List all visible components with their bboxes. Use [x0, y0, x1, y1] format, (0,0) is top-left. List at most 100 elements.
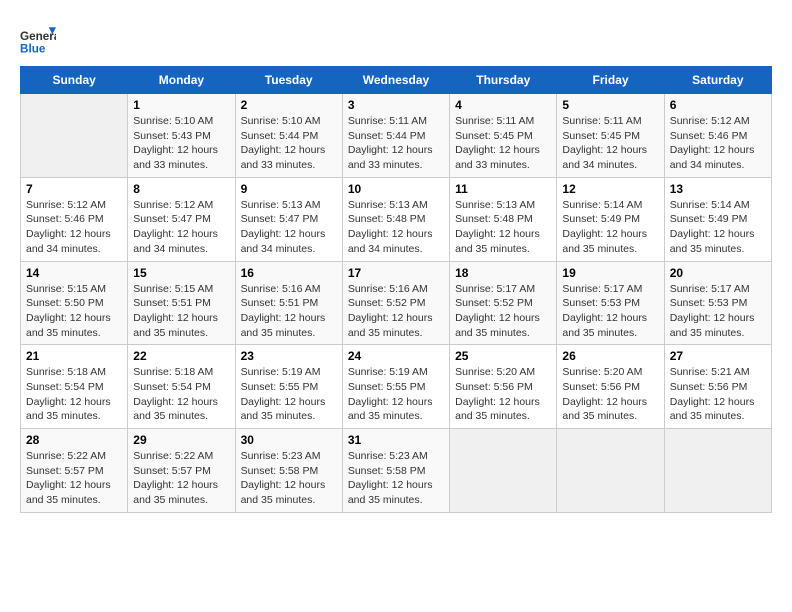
calendar-cell: 23 Sunrise: 5:19 AMSunset: 5:55 PMDaylig…	[235, 345, 342, 429]
day-info: Sunrise: 5:23 AMSunset: 5:58 PMDaylight:…	[348, 449, 444, 508]
calendar-cell: 15 Sunrise: 5:15 AMSunset: 5:51 PMDaylig…	[128, 261, 235, 345]
calendar-cell: 22 Sunrise: 5:18 AMSunset: 5:54 PMDaylig…	[128, 345, 235, 429]
day-number: 23	[241, 349, 337, 363]
calendar-cell: 10 Sunrise: 5:13 AMSunset: 5:48 PMDaylig…	[342, 177, 449, 261]
logo: General Blue	[20, 20, 62, 56]
day-number: 13	[670, 182, 766, 196]
day-number: 25	[455, 349, 551, 363]
day-number: 22	[133, 349, 229, 363]
calendar-cell: 24 Sunrise: 5:19 AMSunset: 5:55 PMDaylig…	[342, 345, 449, 429]
calendar-cell: 9 Sunrise: 5:13 AMSunset: 5:47 PMDayligh…	[235, 177, 342, 261]
day-number: 30	[241, 433, 337, 447]
calendar-weekday-saturday: Saturday	[664, 67, 771, 94]
calendar-cell: 16 Sunrise: 5:16 AMSunset: 5:51 PMDaylig…	[235, 261, 342, 345]
calendar-cell: 13 Sunrise: 5:14 AMSunset: 5:49 PMDaylig…	[664, 177, 771, 261]
calendar-weekday-thursday: Thursday	[450, 67, 557, 94]
day-info: Sunrise: 5:16 AMSunset: 5:51 PMDaylight:…	[241, 282, 337, 341]
day-info: Sunrise: 5:20 AMSunset: 5:56 PMDaylight:…	[455, 365, 551, 424]
calendar-week-row: 7 Sunrise: 5:12 AMSunset: 5:46 PMDayligh…	[21, 177, 772, 261]
calendar-cell: 5 Sunrise: 5:11 AMSunset: 5:45 PMDayligh…	[557, 94, 664, 178]
day-info: Sunrise: 5:12 AMSunset: 5:47 PMDaylight:…	[133, 198, 229, 257]
calendar-header-row: SundayMondayTuesdayWednesdayThursdayFrid…	[21, 67, 772, 94]
day-info: Sunrise: 5:16 AMSunset: 5:52 PMDaylight:…	[348, 282, 444, 341]
calendar-cell: 12 Sunrise: 5:14 AMSunset: 5:49 PMDaylig…	[557, 177, 664, 261]
day-info: Sunrise: 5:10 AMSunset: 5:44 PMDaylight:…	[241, 114, 337, 173]
day-info: Sunrise: 5:15 AMSunset: 5:51 PMDaylight:…	[133, 282, 229, 341]
calendar-cell: 17 Sunrise: 5:16 AMSunset: 5:52 PMDaylig…	[342, 261, 449, 345]
calendar-week-row: 14 Sunrise: 5:15 AMSunset: 5:50 PMDaylig…	[21, 261, 772, 345]
day-info: Sunrise: 5:12 AMSunset: 5:46 PMDaylight:…	[670, 114, 766, 173]
calendar-cell	[21, 94, 128, 178]
day-number: 4	[455, 98, 551, 112]
calendar-cell: 18 Sunrise: 5:17 AMSunset: 5:52 PMDaylig…	[450, 261, 557, 345]
day-number: 28	[26, 433, 122, 447]
day-number: 31	[348, 433, 444, 447]
calendar-cell: 1 Sunrise: 5:10 AMSunset: 5:43 PMDayligh…	[128, 94, 235, 178]
day-info: Sunrise: 5:17 AMSunset: 5:53 PMDaylight:…	[670, 282, 766, 341]
calendar-cell: 19 Sunrise: 5:17 AMSunset: 5:53 PMDaylig…	[557, 261, 664, 345]
day-number: 26	[562, 349, 658, 363]
day-number: 15	[133, 266, 229, 280]
calendar-cell: 25 Sunrise: 5:20 AMSunset: 5:56 PMDaylig…	[450, 345, 557, 429]
calendar-cell: 11 Sunrise: 5:13 AMSunset: 5:48 PMDaylig…	[450, 177, 557, 261]
day-number: 14	[26, 266, 122, 280]
calendar-cell: 29 Sunrise: 5:22 AMSunset: 5:57 PMDaylig…	[128, 429, 235, 513]
calendar-cell: 3 Sunrise: 5:11 AMSunset: 5:44 PMDayligh…	[342, 94, 449, 178]
day-number: 3	[348, 98, 444, 112]
day-info: Sunrise: 5:17 AMSunset: 5:53 PMDaylight:…	[562, 282, 658, 341]
calendar-cell: 31 Sunrise: 5:23 AMSunset: 5:58 PMDaylig…	[342, 429, 449, 513]
calendar-cell: 14 Sunrise: 5:15 AMSunset: 5:50 PMDaylig…	[21, 261, 128, 345]
calendar-weekday-wednesday: Wednesday	[342, 67, 449, 94]
day-number: 8	[133, 182, 229, 196]
day-info: Sunrise: 5:20 AMSunset: 5:56 PMDaylight:…	[562, 365, 658, 424]
calendar-cell: 8 Sunrise: 5:12 AMSunset: 5:47 PMDayligh…	[128, 177, 235, 261]
day-info: Sunrise: 5:22 AMSunset: 5:57 PMDaylight:…	[133, 449, 229, 508]
day-number: 17	[348, 266, 444, 280]
day-number: 29	[133, 433, 229, 447]
day-info: Sunrise: 5:14 AMSunset: 5:49 PMDaylight:…	[562, 198, 658, 257]
day-info: Sunrise: 5:15 AMSunset: 5:50 PMDaylight:…	[26, 282, 122, 341]
day-number: 11	[455, 182, 551, 196]
day-info: Sunrise: 5:18 AMSunset: 5:54 PMDaylight:…	[133, 365, 229, 424]
day-number: 7	[26, 182, 122, 196]
day-info: Sunrise: 5:11 AMSunset: 5:45 PMDaylight:…	[562, 114, 658, 173]
day-number: 12	[562, 182, 658, 196]
calendar-cell	[664, 429, 771, 513]
calendar-table: SundayMondayTuesdayWednesdayThursdayFrid…	[20, 66, 772, 513]
day-info: Sunrise: 5:19 AMSunset: 5:55 PMDaylight:…	[241, 365, 337, 424]
calendar-cell: 26 Sunrise: 5:20 AMSunset: 5:56 PMDaylig…	[557, 345, 664, 429]
day-number: 1	[133, 98, 229, 112]
day-info: Sunrise: 5:17 AMSunset: 5:52 PMDaylight:…	[455, 282, 551, 341]
calendar-week-row: 28 Sunrise: 5:22 AMSunset: 5:57 PMDaylig…	[21, 429, 772, 513]
day-number: 2	[241, 98, 337, 112]
day-number: 18	[455, 266, 551, 280]
calendar-cell: 20 Sunrise: 5:17 AMSunset: 5:53 PMDaylig…	[664, 261, 771, 345]
calendar-cell	[557, 429, 664, 513]
day-info: Sunrise: 5:14 AMSunset: 5:49 PMDaylight:…	[670, 198, 766, 257]
day-info: Sunrise: 5:13 AMSunset: 5:48 PMDaylight:…	[348, 198, 444, 257]
day-number: 5	[562, 98, 658, 112]
calendar-cell: 6 Sunrise: 5:12 AMSunset: 5:46 PMDayligh…	[664, 94, 771, 178]
calendar-cell: 7 Sunrise: 5:12 AMSunset: 5:46 PMDayligh…	[21, 177, 128, 261]
calendar-cell: 2 Sunrise: 5:10 AMSunset: 5:44 PMDayligh…	[235, 94, 342, 178]
calendar-weekday-tuesday: Tuesday	[235, 67, 342, 94]
day-number: 19	[562, 266, 658, 280]
calendar-week-row: 1 Sunrise: 5:10 AMSunset: 5:43 PMDayligh…	[21, 94, 772, 178]
logo-icon: General Blue	[20, 20, 56, 56]
calendar-cell: 27 Sunrise: 5:21 AMSunset: 5:56 PMDaylig…	[664, 345, 771, 429]
calendar-weekday-friday: Friday	[557, 67, 664, 94]
day-info: Sunrise: 5:22 AMSunset: 5:57 PMDaylight:…	[26, 449, 122, 508]
svg-text:Blue: Blue	[20, 42, 46, 55]
day-info: Sunrise: 5:19 AMSunset: 5:55 PMDaylight:…	[348, 365, 444, 424]
calendar-cell	[450, 429, 557, 513]
day-info: Sunrise: 5:13 AMSunset: 5:48 PMDaylight:…	[455, 198, 551, 257]
calendar-week-row: 21 Sunrise: 5:18 AMSunset: 5:54 PMDaylig…	[21, 345, 772, 429]
svg-text:General: General	[20, 30, 56, 43]
calendar-weekday-sunday: Sunday	[21, 67, 128, 94]
calendar-cell: 4 Sunrise: 5:11 AMSunset: 5:45 PMDayligh…	[450, 94, 557, 178]
day-number: 6	[670, 98, 766, 112]
day-number: 21	[26, 349, 122, 363]
day-number: 27	[670, 349, 766, 363]
day-number: 10	[348, 182, 444, 196]
calendar-weekday-monday: Monday	[128, 67, 235, 94]
